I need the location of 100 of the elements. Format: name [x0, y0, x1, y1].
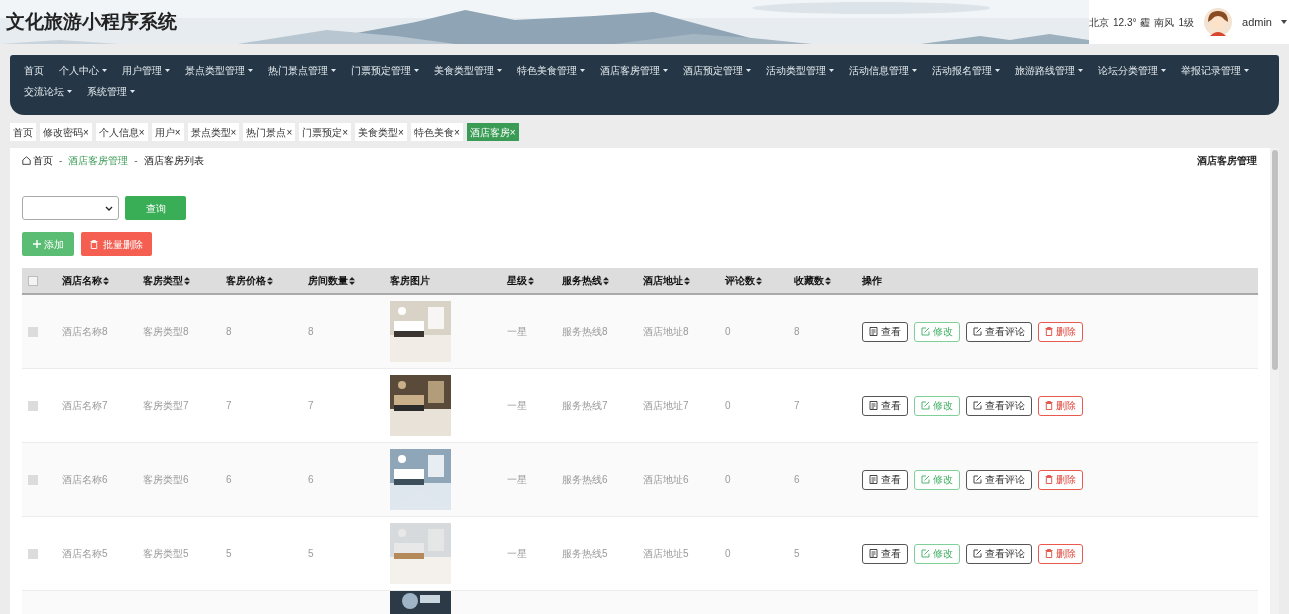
view-comments-button[interactable]: 查看评论 — [966, 395, 1032, 416]
nav-item[interactable]: 活动信息管理 — [849, 64, 917, 77]
username[interactable]: admin — [1242, 13, 1272, 31]
close-icon[interactable]: × — [453, 124, 460, 140]
column-header[interactable]: 房间数量 — [308, 273, 355, 288]
close-icon[interactable]: × — [174, 124, 181, 140]
column-header[interactable]: 酒店名称 — [62, 273, 109, 288]
caret-icon[interactable] — [1281, 20, 1287, 24]
sort-icon[interactable] — [103, 276, 109, 285]
nav-item[interactable]: 交流论坛 — [24, 85, 72, 98]
document-icon — [869, 549, 878, 558]
delete-button[interactable]: 删除 — [1038, 543, 1083, 564]
breadcrumb-item[interactable]: 酒店客房列表 — [143, 152, 204, 168]
edit-icon — [973, 327, 982, 336]
caret-icon — [248, 69, 253, 72]
nav-item[interactable]: 门票预定管理 — [351, 64, 419, 77]
nav-item[interactable]: 个人中心 — [59, 64, 107, 77]
view-comments-button[interactable]: 查看评论 — [966, 469, 1032, 490]
view-button[interactable]: 查看 — [862, 395, 908, 416]
nav-item[interactable]: 热门景点管理 — [268, 64, 336, 77]
column-header[interactable]: 客房价格 — [226, 273, 273, 288]
sort-icon[interactable] — [349, 276, 355, 285]
delete-button[interactable]: 删除 — [1038, 469, 1083, 490]
breadcrumb-item[interactable]: 酒店客房管理 — [68, 152, 129, 168]
sort-icon[interactable] — [184, 276, 190, 285]
sort-icon[interactable] — [528, 276, 534, 285]
page-tab[interactable]: 特色美食× — [410, 123, 463, 141]
column-header[interactable]: 酒店地址 — [643, 273, 690, 288]
table-cell-text: 7 — [308, 399, 314, 413]
caret-icon — [165, 69, 170, 72]
sort-icon[interactable] — [756, 276, 762, 285]
trash-icon — [1045, 549, 1053, 558]
nav-item[interactable]: 旅游路线管理 — [1015, 64, 1083, 77]
select-all-checkbox[interactable] — [28, 275, 38, 286]
close-icon[interactable]: × — [398, 124, 404, 140]
sort-icon[interactable] — [825, 276, 831, 285]
page-tab[interactable]: 热门景点× — [243, 123, 296, 141]
nav-item[interactable]: 酒店客房管理 — [600, 64, 668, 77]
row-checkbox[interactable] — [28, 474, 38, 485]
nav-item[interactable]: 首页 — [24, 64, 44, 77]
delete-button[interactable]: 删除 — [1038, 395, 1083, 416]
table-cell-text: 酒店地址7 — [643, 399, 689, 413]
nav-item[interactable]: 活动类型管理 — [766, 64, 834, 77]
weather-city: 北京 — [1089, 15, 1109, 30]
table-cell-text: 8 — [226, 325, 232, 339]
table-cell-text: 0 — [725, 399, 731, 413]
nav-item[interactable]: 活动报名管理 — [932, 64, 1000, 77]
nav-item[interactable]: 系统管理 — [87, 85, 135, 98]
page-tab[interactable]: 酒店客房× — [466, 123, 519, 141]
column-header[interactable]: 星级 — [507, 273, 534, 288]
caret-icon — [67, 90, 72, 93]
view-button[interactable]: 查看 — [862, 543, 908, 564]
nav-item[interactable]: 用户管理 — [122, 64, 170, 77]
sort-icon[interactable] — [603, 276, 609, 285]
column-header[interactable]: 收藏数 — [794, 273, 831, 288]
page-tab[interactable]: 修改密码× — [40, 123, 92, 141]
view-button[interactable]: 查看 — [862, 469, 908, 490]
breadcrumb-item[interactable]: 首页 — [33, 152, 53, 168]
close-icon[interactable]: × — [138, 124, 145, 140]
view-button[interactable]: 查看 — [862, 321, 908, 342]
column-header[interactable]: 服务热线 — [562, 273, 609, 288]
page-tab[interactable]: 美食类型× — [355, 123, 407, 141]
nav-item[interactable]: 举报记录管理 — [1181, 64, 1249, 77]
table-cell-text: 服务热线8 — [562, 325, 608, 339]
caret-icon — [130, 90, 135, 93]
scrollbar[interactable] — [1270, 148, 1279, 614]
avatar-icon[interactable] — [1204, 8, 1233, 36]
close-icon[interactable]: × — [286, 124, 293, 140]
close-icon[interactable]: × — [342, 124, 349, 140]
page-tab[interactable]: 用户× — [151, 123, 184, 141]
row-checkbox[interactable] — [28, 548, 38, 559]
nav-item[interactable]: 美食类型管理 — [434, 64, 502, 77]
row-checkbox[interactable] — [28, 400, 38, 411]
trash-icon — [1045, 475, 1053, 484]
close-icon[interactable]: × — [230, 124, 237, 140]
table-cell-text: 7 — [226, 399, 232, 413]
close-icon[interactable]: × — [509, 124, 516, 140]
page-tab[interactable]: 门票预定× — [299, 123, 352, 141]
close-icon[interactable]: × — [83, 124, 89, 140]
row-checkbox[interactable] — [28, 326, 38, 337]
sort-icon[interactable] — [684, 276, 690, 285]
column-header[interactable]: 客房类型 — [143, 273, 190, 288]
page-tab[interactable]: 景点类型× — [187, 123, 240, 141]
nav-item[interactable]: 酒店预定管理 — [683, 64, 751, 77]
nav-item[interactable]: 景点类型管理 — [185, 64, 253, 77]
delete-button[interactable]: 删除 — [1038, 321, 1083, 342]
column-header[interactable]: 评论数 — [725, 273, 762, 288]
page-tab[interactable]: 个人信息× — [95, 123, 148, 141]
view-comments-button[interactable]: 查看评论 — [966, 321, 1032, 342]
view-comments-button[interactable]: 查看评论 — [966, 543, 1032, 564]
nav-item[interactable]: 特色美食管理 — [517, 64, 585, 77]
table-cell-text: 6 — [308, 473, 314, 487]
caret-icon — [331, 69, 336, 72]
table-cell-text: 服务热线5 — [562, 547, 608, 561]
wind-direction: 南风 — [1154, 15, 1175, 30]
trash-icon — [1045, 327, 1053, 336]
breadcrumb-separator: - — [134, 153, 138, 168]
sort-icon[interactable] — [267, 276, 273, 285]
nav-item[interactable]: 论坛分类管理 — [1098, 64, 1166, 77]
page-tab[interactable]: 首页 — [10, 123, 36, 141]
